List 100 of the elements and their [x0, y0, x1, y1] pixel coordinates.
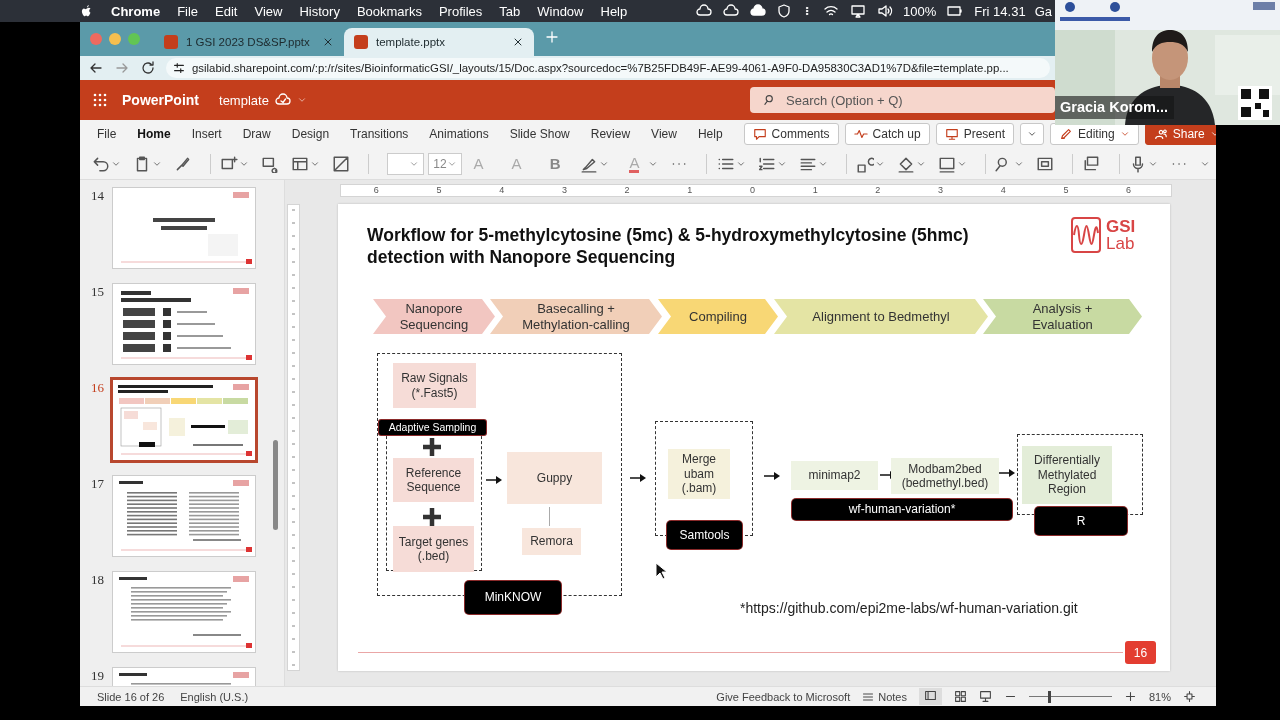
presenter-view-icon[interactable]	[978, 690, 992, 703]
ribbon-tab[interactable]: Home	[137, 124, 171, 144]
menu-item[interactable]: History	[299, 3, 340, 19]
grid-view-icon[interactable]	[953, 690, 967, 703]
zoom-level[interactable]: 81%	[1148, 690, 1171, 703]
menu-item[interactable]: Bookmarks	[356, 3, 422, 19]
notes-button[interactable]: Notes	[862, 690, 907, 703]
font-name-field[interactable]	[386, 152, 425, 175]
ribbon-tab[interactable]: Slide Show	[509, 124, 570, 144]
process-box: minimap2	[791, 461, 878, 490]
browser-tab[interactable]: template.pptx	[344, 28, 534, 56]
menu-item[interactable]: View	[254, 3, 283, 19]
cloud-check-icon[interactable]	[274, 92, 291, 108]
ribbon-tab[interactable]: Insert	[191, 124, 222, 144]
ribbon-tab[interactable]: Transitions	[350, 124, 409, 144]
ribbon-tab[interactable]: Animations	[429, 124, 489, 144]
app-name[interactable]: PowerPoint	[122, 92, 199, 108]
tool-label: wf-human-variation*	[792, 499, 1012, 520]
language[interactable]: English (U.S.)	[180, 690, 249, 703]
arrow	[999, 468, 1015, 478]
notes-icon	[862, 690, 875, 703]
shield-icon[interactable]	[776, 3, 793, 19]
pulse-icon	[853, 127, 868, 141]
display-icon[interactable]	[849, 3, 868, 19]
pencil-icon	[1059, 127, 1073, 141]
slide-thumbnail[interactable]	[113, 380, 255, 460]
fit-slide-icon[interactable]	[1183, 690, 1196, 703]
close-icon[interactable]	[512, 36, 524, 48]
slide-copy-icon[interactable]	[1082, 154, 1101, 173]
catch-up-button[interactable]: Catch up	[844, 123, 930, 145]
tool-label: Samtools	[667, 521, 742, 549]
tool-label: R	[1035, 507, 1127, 535]
process-step: Basecalling + Methylation-calling	[490, 299, 662, 334]
ribbon-tab[interactable]: View	[651, 124, 677, 144]
browser-tab[interactable]: 1 GSI 2023 DS&SP.pptx	[154, 28, 344, 56]
reload-icon[interactable]	[140, 60, 156, 76]
ruler-number: 4	[999, 185, 1007, 196]
ruler-number: 3	[560, 185, 568, 196]
slide-number: 17	[90, 476, 104, 492]
wave-logo-icon	[1071, 217, 1101, 253]
ruler-number: 4	[498, 185, 506, 196]
present-button[interactable]: Present	[935, 123, 1014, 145]
scrollbar-thumb[interactable]	[273, 440, 278, 530]
speaker-icon[interactable]	[876, 3, 895, 19]
slide-thumbnail[interactable]	[113, 188, 255, 268]
ruler-number: 5	[435, 185, 443, 196]
cloud-icon[interactable]	[749, 3, 768, 19]
menu-item[interactable]: Tab	[499, 3, 521, 19]
app-launcher-icon[interactable]	[92, 92, 108, 108]
share-button[interactable]: Share	[1144, 123, 1216, 145]
slider-handle[interactable]	[1048, 690, 1052, 703]
cloud-icon[interactable]	[695, 3, 714, 19]
menu-item[interactable]: Help	[600, 3, 628, 19]
plus-icon	[423, 508, 441, 526]
shape-format-icon[interactable]	[332, 154, 351, 173]
process-box: Raw Signals (*.Fast5)	[393, 363, 476, 408]
ribbon-tab[interactable]: Design	[291, 124, 330, 144]
plus-icon	[423, 438, 441, 456]
user-name[interactable]: Ga	[1034, 3, 1052, 19]
ribbon-tab[interactable]: Review	[590, 124, 631, 144]
ruler-number: 6	[372, 185, 380, 196]
menu-item[interactable]: Edit	[215, 3, 238, 19]
normal-view-icon[interactable]	[923, 689, 937, 702]
process-box: Guppy	[507, 452, 602, 504]
logo-text: Lab	[1106, 235, 1136, 252]
slide-thumbnail[interactable]	[113, 284, 255, 364]
caret-icon	[1027, 129, 1037, 139]
slide-thumbnail[interactable]	[113, 476, 255, 556]
participant-name: Gracia Korom...	[1055, 96, 1174, 119]
cursor-icon	[655, 562, 667, 580]
app-menu[interactable]: Chrome	[111, 3, 161, 19]
slide-number: 14	[90, 188, 104, 204]
process-box: Reference Sequence	[393, 458, 474, 502]
font-size-field[interactable]: 12	[428, 152, 462, 175]
ribbon-tab[interactable]: Help	[697, 124, 723, 144]
comments-button[interactable]: Comments	[743, 123, 839, 145]
cloud-icon[interactable]	[722, 3, 741, 19]
process-box: Differentially Methylated Region	[1022, 446, 1112, 504]
menu-item[interactable]: Window	[537, 3, 584, 19]
ruler-number: 5	[1062, 185, 1070, 196]
slide-thumbnail[interactable]	[113, 572, 255, 652]
search-field[interactable]: Search (Option + Q)	[750, 87, 1055, 113]
ribbon-tab[interactable]: Draw	[242, 124, 271, 144]
site-info-icon[interactable]	[172, 61, 186, 75]
plus-icon[interactable]	[1123, 690, 1137, 703]
footnote: *https://github.com/epi2me-labs/wf-human-variation.git	[740, 600, 1078, 616]
arrow	[764, 471, 780, 481]
ribbon-tab[interactable]: File	[97, 124, 117, 144]
clock[interactable]: Fri 14.31	[974, 3, 1026, 19]
address-field[interactable]: gsilabid.sharepoint.com/:p:/r/sites/BioinformaticGSI/_layouts/15/Doc.aspx?sourcedoc=%7B25FDB49F-AE99-4061-A9F0-DA95830C3AD1%7D&file=template.pp...	[166, 58, 1050, 78]
presentation-file-icon	[164, 35, 178, 49]
ruler-number: 3	[937, 185, 945, 196]
feedback-link[interactable]: Give Feedback to Microsoft	[716, 690, 851, 703]
document-name[interactable]: template	[219, 92, 269, 108]
menu-item[interactable]: Profiles	[438, 3, 483, 19]
horizontal-ruler[interactable]: 6 5 4 3 2 1 0 1 2 3 4 5 6	[340, 184, 1172, 197]
editing-button[interactable]: Editing	[1050, 123, 1139, 145]
presentation-file-icon	[354, 35, 368, 49]
menu-item[interactable]: File	[177, 3, 199, 19]
page-number: 16	[1125, 641, 1156, 664]
